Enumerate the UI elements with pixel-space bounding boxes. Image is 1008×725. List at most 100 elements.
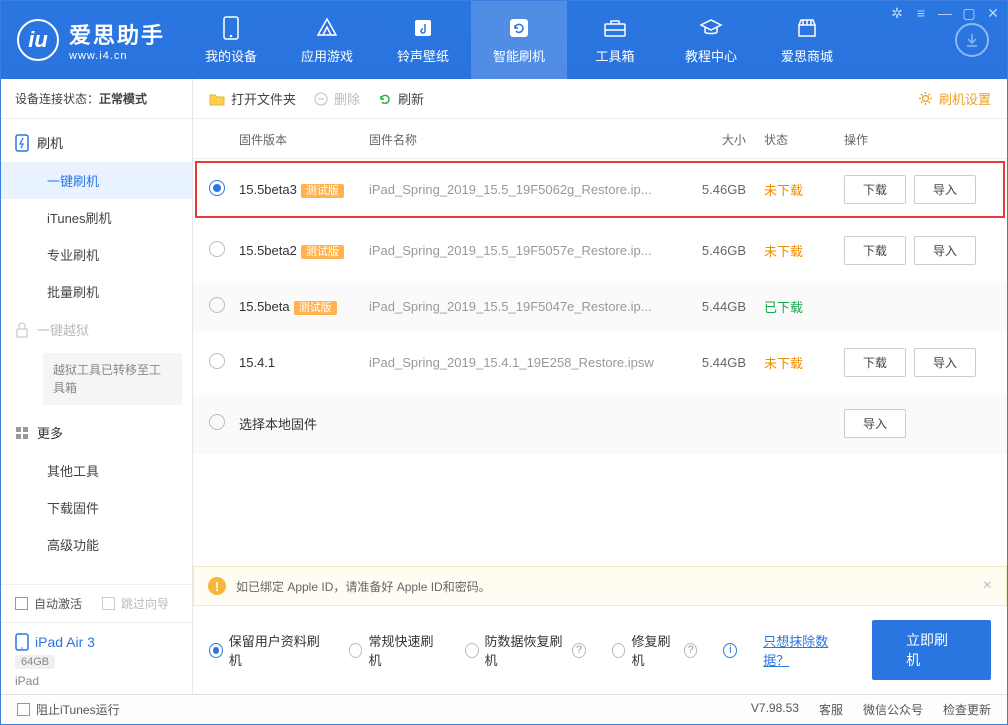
firmware-filename: iPad_Spring_2019_15.5_19F5062g_Restore.i… [369, 182, 666, 197]
sidebar: 设备连接状态：正常模式 刷机 一键刷机 iTunes刷机 专业刷机 批量刷机 一… [1, 79, 193, 694]
nav-ringtones[interactable]: 铃声壁纸 [375, 1, 471, 79]
flash-icon [15, 134, 29, 152]
connection-status: 设备连接状态：正常模式 [1, 79, 192, 119]
firmware-size: 5.44GB [666, 299, 746, 314]
top-nav: 我的设备 应用游戏 铃声壁纸 智能刷机 工具箱 教程中心 爱思商城 [183, 1, 951, 79]
opt-recover[interactable]: 防数据恢复刷机? [465, 631, 586, 669]
auto-activate-checkbox[interactable] [15, 597, 28, 610]
firmware-version: 选择本地固件 [239, 417, 317, 432]
info-icon[interactable]: i [723, 643, 737, 658]
logo[interactable]: iu 爱思助手 www.i4.cn [1, 1, 183, 79]
wechat[interactable]: 微信公众号 [863, 701, 923, 718]
sidebar-item-advanced[interactable]: 高级功能 [1, 526, 192, 563]
download-indicator[interactable] [955, 23, 989, 57]
opt-repair[interactable]: 修复刷机? [612, 631, 698, 669]
titlebar: iu 爱思助手 www.i4.cn 我的设备 应用游戏 铃声壁纸 智能刷机 工具… [1, 1, 1007, 79]
refresh-button[interactable]: 刷新 [378, 89, 424, 108]
row-radio[interactable] [209, 297, 225, 313]
sidebar-head-flash[interactable]: 刷机 [1, 123, 192, 162]
flash-now-button[interactable]: 立即刷机 [872, 620, 991, 680]
help-icon[interactable]: ? [684, 643, 698, 658]
logo-icon: iu [17, 19, 59, 61]
help-icon[interactable]: ? [572, 643, 586, 658]
row-radio[interactable] [209, 241, 225, 257]
flash-settings-button[interactable]: 刷机设置 [918, 89, 991, 108]
brand-name: 爱思助手 [69, 18, 165, 50]
version-label[interactable]: V7.98.53 [751, 701, 799, 718]
firmware-version: 15.5beta2 [239, 243, 297, 258]
list-icon[interactable]: ≡ [913, 5, 929, 22]
graduation-icon [699, 16, 723, 40]
check-update[interactable]: 检查更新 [943, 701, 991, 718]
firmware-version: 15.5beta [239, 299, 290, 314]
sidebar-item-itunes-flash[interactable]: iTunes刷机 [1, 199, 192, 236]
beta-badge: 测试版 [294, 301, 337, 315]
toolbar: 打开文件夹 删除 刷新 刷机设置 [193, 79, 1007, 119]
sidebar-item-oneclick-flash[interactable]: 一键刷机 [1, 162, 192, 199]
opt-keep-data[interactable]: 保留用户资料刷机 [209, 631, 323, 669]
block-itunes-checkbox[interactable] [17, 703, 30, 716]
sidebar-head-more[interactable]: 更多 [1, 413, 192, 452]
download-button[interactable]: 下载 [844, 175, 906, 204]
erase-link[interactable]: 只想抹除数据？ [763, 631, 846, 669]
folder-icon [209, 92, 225, 106]
table-row[interactable]: 15.5beta2测试版iPad_Spring_2019_15.5_19F505… [193, 220, 1007, 281]
firmware-status: 未下载 [746, 353, 826, 372]
open-folder-button[interactable]: 打开文件夹 [209, 89, 296, 108]
table-row[interactable]: 15.4.1iPad_Spring_2019_15.4.1_19E258_Res… [193, 332, 1007, 393]
toolbox-icon [603, 16, 627, 40]
flash-options: 保留用户资料刷机 常规快速刷机 防数据恢复刷机? 修复刷机? i 只想抹除数据？… [193, 606, 1007, 694]
download-button[interactable]: 下载 [844, 236, 906, 265]
sidebar-item-other-tools[interactable]: 其他工具 [1, 452, 192, 489]
statusbar: 阻止iTunes运行 V7.98.53 客服 微信公众号 检查更新 [1, 694, 1007, 724]
warning-close[interactable]: × [983, 577, 992, 595]
table-header: 固件版本 固件名称 大小 状态 操作 [193, 119, 1007, 159]
import-button[interactable]: 导入 [914, 175, 976, 204]
sidebar-item-download-fw[interactable]: 下载固件 [1, 489, 192, 526]
download-button[interactable]: 下载 [844, 348, 906, 377]
row-radio[interactable] [209, 414, 225, 430]
delete-button: 删除 [314, 89, 360, 108]
firmware-version: 15.5beta3 [239, 182, 297, 197]
more-icon [15, 426, 29, 440]
firmware-table: 15.5beta3 测试版 iPad_Spring_2019_15.5_19F506… [193, 159, 1007, 454]
jailbreak-note: 越狱工具已转移至工具箱 [43, 353, 182, 405]
menu-icon[interactable]: ✲ [889, 5, 905, 22]
row-radio[interactable] [209, 180, 225, 196]
warning-icon: ! [208, 577, 226, 595]
beta-badge: 测试版 [301, 245, 344, 259]
nav-my-device[interactable]: 我的设备 [183, 1, 279, 79]
refresh-icon [507, 16, 531, 40]
app-icon [315, 16, 339, 40]
tablet-icon [15, 633, 29, 651]
device-block[interactable]: iPad Air 3 64GB iPad [1, 622, 192, 694]
customer-service[interactable]: 客服 [819, 701, 843, 718]
minimize-icon[interactable]: — [937, 5, 953, 22]
maximize-icon[interactable]: ▢ [961, 5, 977, 22]
skip-guide-checkbox[interactable] [102, 597, 115, 610]
table-row[interactable]: 15.5beta3测试版iPad_Spring_2019_15.5_19F506… [193, 159, 1007, 220]
firmware-size: 5.46GB [666, 182, 746, 197]
lock-icon [15, 322, 29, 338]
close-icon[interactable]: ✕ [985, 5, 1001, 22]
warning-bar: ! 如已绑定 Apple ID，请准备好 Apple ID和密码。 × [193, 566, 1007, 606]
nav-store[interactable]: 爱思商城 [759, 1, 855, 79]
store-icon [795, 16, 819, 40]
import-button[interactable]: 导入 [914, 236, 976, 265]
device-type: iPad [15, 674, 178, 688]
delete-icon [314, 92, 328, 106]
import-button[interactable]: 导入 [844, 409, 906, 438]
table-row[interactable]: 15.5beta测试版iPad_Spring_2019_15.5_19F5047… [193, 281, 1007, 332]
import-button[interactable]: 导入 [914, 348, 976, 377]
row-radio[interactable] [209, 353, 225, 369]
nav-tutorials[interactable]: 教程中心 [663, 1, 759, 79]
sidebar-item-batch-flash[interactable]: 批量刷机 [1, 273, 192, 310]
nav-flash[interactable]: 智能刷机 [471, 1, 567, 79]
nav-apps[interactable]: 应用游戏 [279, 1, 375, 79]
sidebar-item-pro-flash[interactable]: 专业刷机 [1, 236, 192, 273]
opt-fast[interactable]: 常规快速刷机 [349, 631, 439, 669]
phone-icon [219, 16, 243, 40]
table-row[interactable]: 选择本地固件 导入 [193, 393, 1007, 454]
gear-icon [918, 91, 933, 106]
nav-toolbox[interactable]: 工具箱 [567, 1, 663, 79]
